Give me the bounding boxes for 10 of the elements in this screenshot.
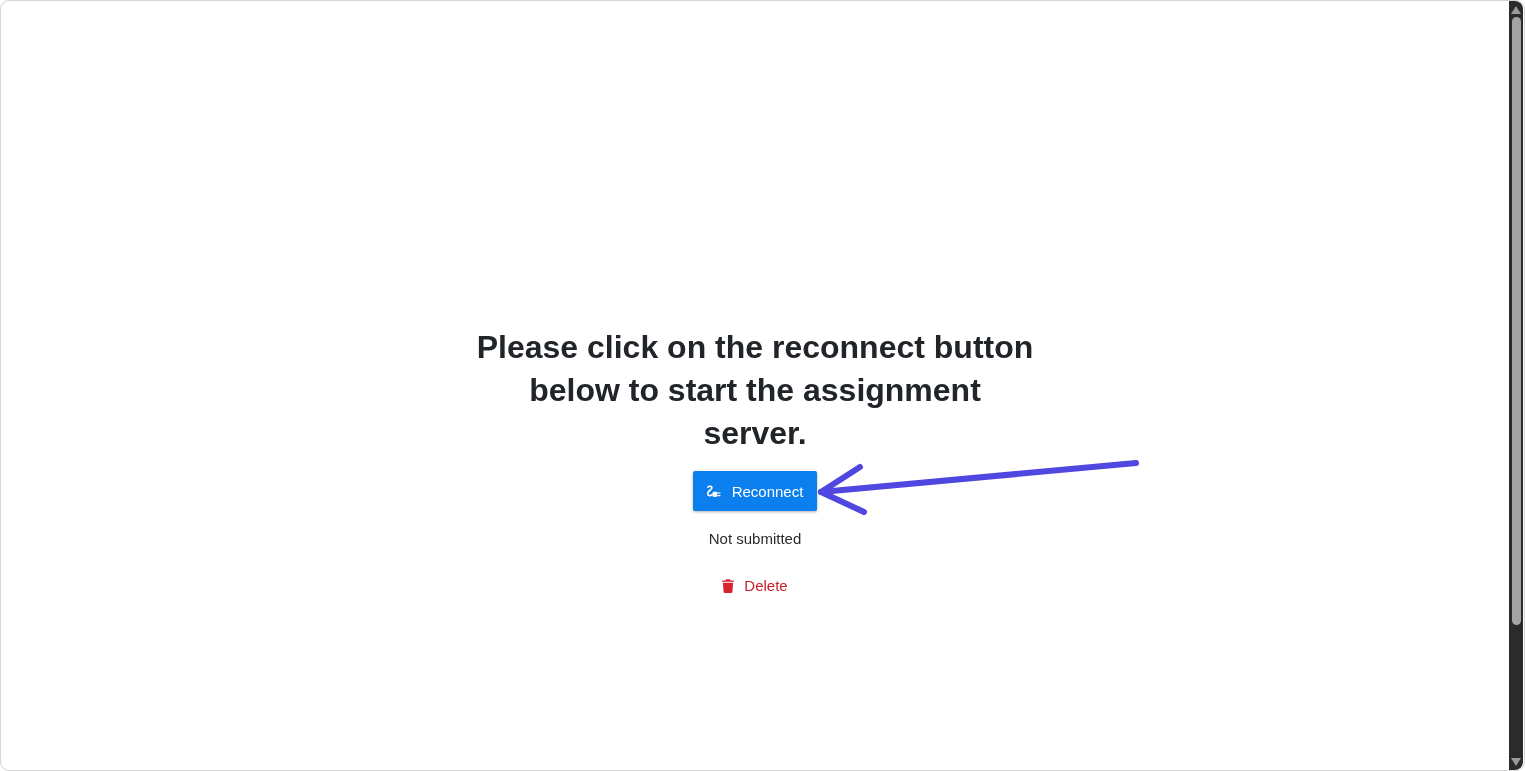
trash-icon <box>722 579 735 593</box>
plug-icon <box>705 484 721 498</box>
page-heading: Please click on the reconnect button below to start the assignment server. <box>475 328 1035 453</box>
scroll-up-icon[interactable] <box>1511 6 1521 14</box>
reconnect-button[interactable]: Reconnect <box>692 471 818 511</box>
delete-button[interactable]: Delete <box>722 576 788 596</box>
scroll-down-icon[interactable] <box>1511 758 1521 766</box>
scrollbar-track[interactable] <box>1509 1 1523 770</box>
submission-status: Not submitted <box>708 529 802 549</box>
scrollbar-thumb[interactable] <box>1511 17 1521 625</box>
